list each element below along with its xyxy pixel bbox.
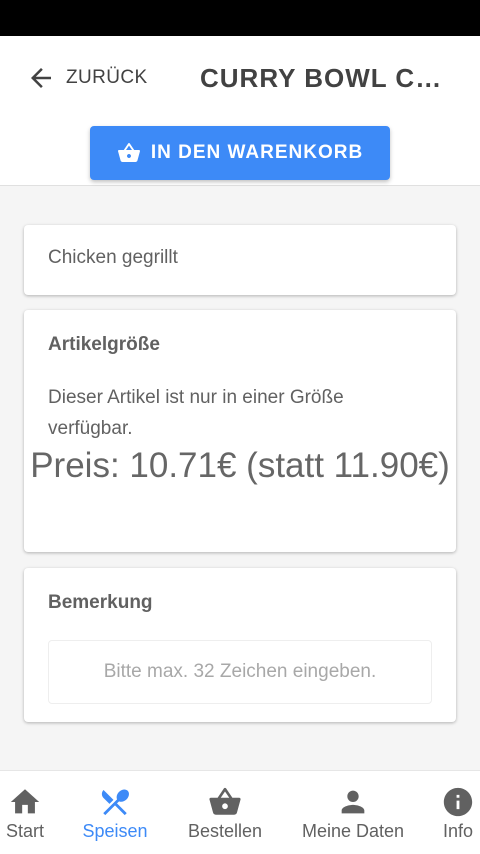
nav-item-meine-daten[interactable]: Meine Daten: [296, 771, 410, 854]
nav-item-bestellen[interactable]: Bestellen: [182, 771, 268, 854]
add-to-cart-label: IN DEN WARENKORB: [150, 142, 364, 163]
person-icon: [341, 790, 365, 814]
size-card: Artikelgröße Dieser Artikel ist nur in e…: [24, 310, 456, 552]
add-to-cart-button[interactable]: IN DEN WARENKORB: [90, 126, 390, 180]
nav-label-start: Start: [5, 821, 44, 841]
nav-item-start[interactable]: Start: [0, 771, 50, 854]
price-text: Preis: 10.71€ (statt 11.90€): [30, 446, 450, 485]
nav-label-speisen: Speisen: [82, 821, 148, 841]
nav-item-speisen[interactable]: Speisen: [78, 771, 152, 854]
size-heading: Artikelgröße: [48, 334, 160, 355]
remark-heading: Bemerkung: [48, 592, 153, 613]
back-label: ZURÜCK: [66, 67, 148, 88]
bottom-navigation: Start Speisen Bestellen Meine Daten Info: [0, 770, 480, 854]
cutlery-icon: [101, 789, 129, 816]
nav-item-info[interactable]: Info: [438, 771, 478, 854]
page-title: CURRY BOWL CHICKEN: [200, 63, 450, 93]
nav-label-info: Info: [442, 821, 474, 841]
app-header: ZURÜCK CURRY BOWL CHICKEN IN DEN WARENKO…: [0, 36, 480, 186]
nav-label-meine-daten: Meine Daten: [301, 821, 405, 841]
info-icon: [443, 787, 473, 817]
basket-icon: [209, 787, 241, 815]
item-name-card: Chicken gegrillt: [24, 225, 456, 295]
item-name: Chicken gegrillt: [48, 247, 178, 268]
home-icon: [10, 789, 40, 814]
remark-card: Bemerkung: [24, 568, 456, 722]
remark-input[interactable]: [48, 640, 432, 704]
nav-label-bestellen: Bestellen: [187, 821, 263, 841]
arrow-left-icon: [31, 68, 51, 88]
size-description: Dieser Artikel ist nur in einer Größe ve…: [48, 387, 344, 439]
basket-icon: [117, 143, 140, 162]
back-button[interactable]: ZURÜCK: [26, 62, 148, 94]
status-bar: [0, 0, 480, 36]
